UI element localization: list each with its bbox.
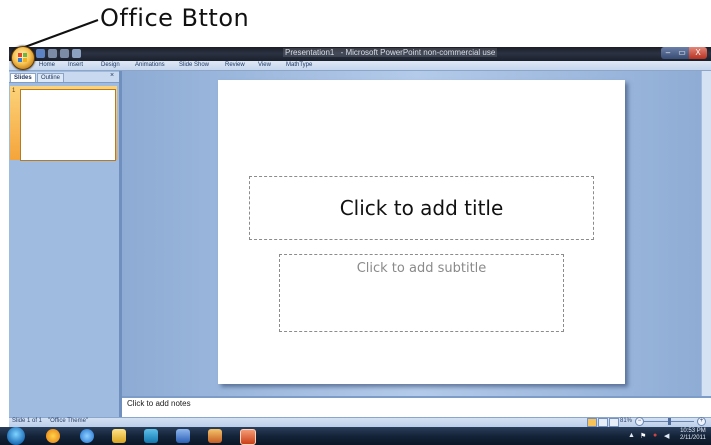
media-center-icon[interactable] (144, 429, 158, 443)
system-clock[interactable]: 10:53 PM 2/11/2011 (680, 428, 706, 442)
save-icon[interactable] (36, 49, 45, 58)
thumbnail-number: 1 (12, 88, 16, 94)
annotation-label: Office Btton (100, 4, 250, 32)
volume-icon[interactable]: ◀ (664, 432, 669, 440)
media-player-icon[interactable] (46, 429, 60, 443)
theme-name[interactable]: "Office Theme" (48, 418, 88, 424)
network-icon[interactable]: ● (653, 432, 657, 439)
tab-insert[interactable]: Insert (68, 62, 83, 68)
tab-slide-show[interactable]: Slide Show (179, 62, 209, 68)
minimize-button[interactable]: – (661, 47, 675, 59)
zoom-level[interactable]: 81% (620, 418, 632, 424)
clock-time: 10:53 PM (680, 428, 706, 434)
notes-pane[interactable] (122, 396, 711, 417)
title-placeholder[interactable]: Click to add title (249, 176, 594, 240)
window-controls: – ▭ X (661, 47, 707, 59)
maximize-button[interactable]: ▭ (675, 47, 689, 59)
status-info: Slide 1 of 1 "Office Theme" (12, 418, 94, 424)
start-orb-icon[interactable] (7, 427, 25, 445)
powerpoint-icon[interactable] (240, 429, 256, 445)
office-logo-icon (18, 53, 27, 62)
tab-view[interactable]: View (258, 62, 271, 68)
slide-count: Slide 1 of 1 (12, 418, 43, 424)
tab-mathtype[interactable]: MathType (286, 62, 312, 68)
undo-icon[interactable] (48, 49, 57, 58)
document-name: Presentation1 (283, 48, 337, 57)
internet-explorer-icon[interactable] (80, 429, 94, 443)
redo-icon[interactable] (60, 49, 69, 58)
tab-slides[interactable]: Slides (10, 73, 36, 82)
subtitle-placeholder[interactable]: Click to add subtitle (279, 254, 564, 332)
action-center-flag-icon[interactable]: ⚑ (640, 432, 646, 440)
notes-placeholder[interactable]: Click to add notes (127, 399, 191, 408)
tab-home[interactable]: Home (39, 62, 55, 68)
zoom-in-icon[interactable]: + (697, 417, 706, 426)
pane-close-icon[interactable]: × (110, 72, 114, 79)
zoom-slider-thumb[interactable] (668, 418, 671, 425)
word-icon[interactable] (176, 429, 190, 443)
vertical-scrollbar[interactable] (701, 71, 711, 396)
quick-access-dropdown-icon[interactable] (72, 49, 81, 58)
clock-date: 2/11/2011 (680, 435, 706, 441)
paint-icon[interactable] (208, 429, 222, 443)
taskbar (0, 427, 711, 445)
office-button[interactable] (11, 46, 35, 70)
slide-show-view-icon[interactable] (609, 418, 619, 427)
app-name: - Microsoft PowerPoint non-commercial us… (336, 48, 498, 57)
tab-review[interactable]: Review (225, 62, 245, 68)
tab-animations[interactable]: Animations (135, 62, 165, 68)
tray-arrow-icon[interactable]: ▲ (628, 432, 635, 439)
tab-outline[interactable]: Outline (37, 73, 65, 82)
normal-view-icon[interactable] (587, 418, 597, 427)
close-button[interactable]: X (689, 47, 707, 59)
zoom-out-icon[interactable]: − (635, 417, 644, 426)
slide-sorter-view-icon[interactable] (598, 418, 608, 427)
file-explorer-icon[interactable] (112, 429, 126, 443)
window-title: Presentation1 - Microsoft PowerPoint non… (283, 48, 498, 57)
slide-thumbnail[interactable] (20, 89, 116, 161)
tab-design[interactable]: Design (101, 62, 120, 68)
